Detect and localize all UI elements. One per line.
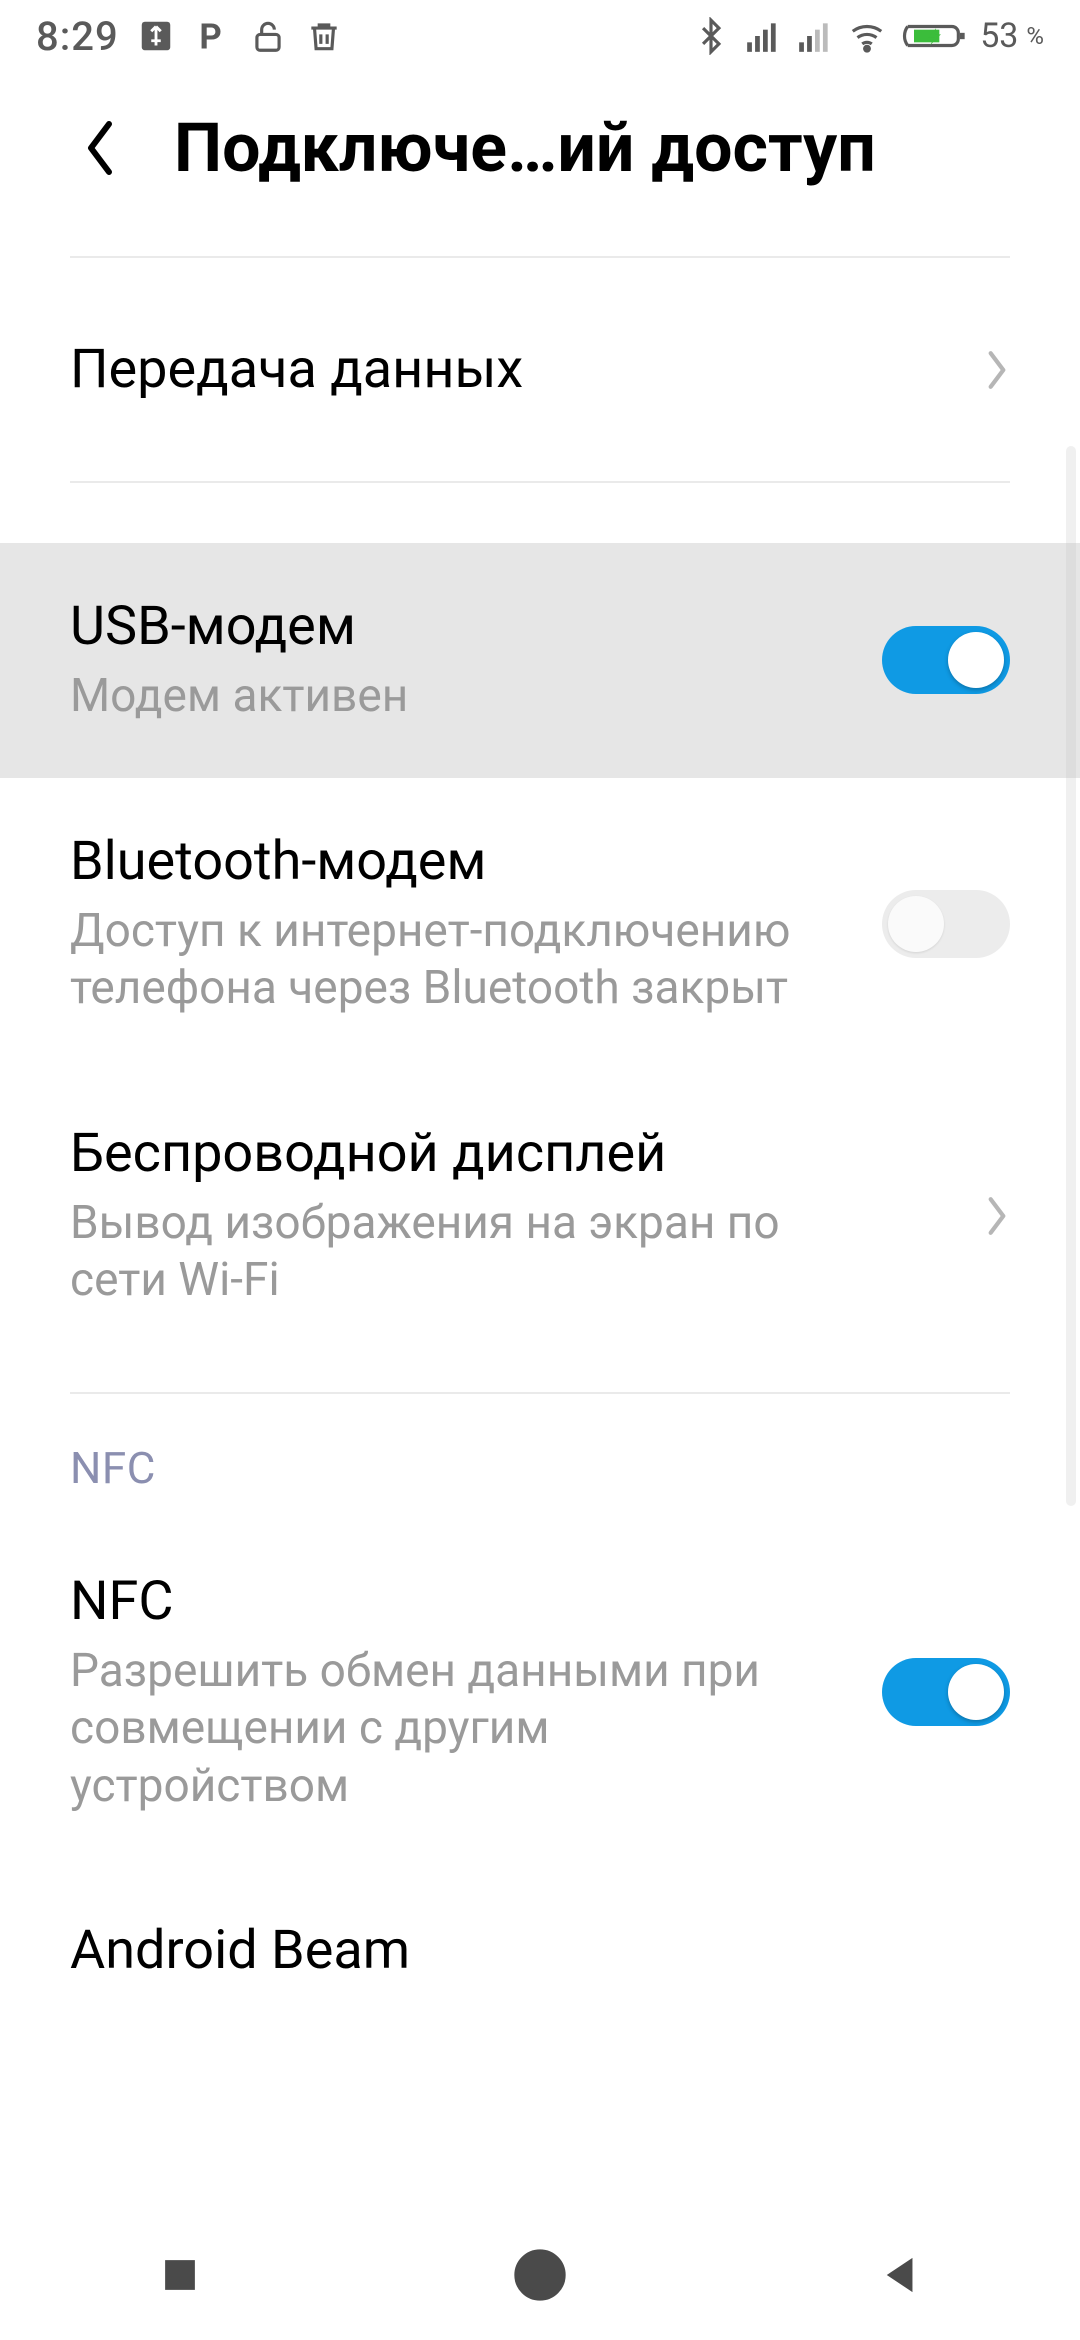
battery-unit: % bbox=[1026, 22, 1044, 50]
row-subtitle: Разрешить обмен данными при совмещении с… bbox=[70, 1643, 830, 1816]
row-wireless-display[interactable]: Беспроводной дисплей Вывод изображения н… bbox=[0, 1070, 1080, 1362]
content: Передача данных USB-модем Модем активен … bbox=[0, 256, 1080, 2210]
row-title: NFC bbox=[70, 1570, 850, 1633]
toggle-usb-tethering[interactable] bbox=[882, 626, 1010, 694]
header: Подключе…ий доступ bbox=[0, 72, 1080, 256]
toggle-knob bbox=[948, 1664, 1004, 1720]
toggle-bluetooth-tethering[interactable] bbox=[882, 890, 1010, 958]
usb-icon bbox=[137, 17, 175, 55]
row-subtitle: Вывод изображения на экран по сети Wi-Fi bbox=[70, 1195, 830, 1310]
screen: 8:29 P bbox=[0, 0, 1080, 2340]
status-bar: 8:29 P bbox=[0, 0, 1080, 72]
nav-home-button[interactable] bbox=[440, 2235, 640, 2315]
toggle-knob bbox=[948, 632, 1004, 688]
row-usb-tethering[interactable]: USB-модем Модем активен bbox=[0, 543, 1080, 778]
row-main: Передача данных bbox=[70, 338, 850, 401]
toggle-nfc[interactable] bbox=[882, 1658, 1010, 1726]
chevron-right-icon bbox=[870, 1195, 1010, 1237]
row-main: Беспроводной дисплей Вывод изображения н… bbox=[70, 1122, 850, 1310]
section-header-nfc: NFC bbox=[0, 1394, 1080, 1518]
row-title: Передача данных bbox=[70, 338, 850, 401]
status-left: 8:29 P bbox=[36, 13, 343, 60]
back-button[interactable] bbox=[70, 118, 130, 178]
scroll-indicator bbox=[1066, 446, 1076, 1506]
toggle-knob bbox=[888, 896, 944, 952]
wifi-icon bbox=[848, 17, 886, 55]
row-data-usage[interactable]: Передача данных bbox=[0, 258, 1080, 481]
status-clock: 8:29 bbox=[36, 13, 119, 60]
status-right: 53 % bbox=[692, 16, 1044, 56]
row-cta bbox=[870, 890, 1010, 958]
chevron-right-icon bbox=[870, 349, 1010, 391]
row-title: Android Beam bbox=[70, 1919, 1010, 1982]
bluetooth-icon bbox=[692, 17, 730, 55]
row-title: USB-модем bbox=[70, 595, 850, 658]
row-cta bbox=[870, 1658, 1010, 1726]
row-title: Беспроводной дисплей bbox=[70, 1122, 850, 1185]
row-subtitle: Доступ к интернет-подключению телефона ч… bbox=[70, 903, 830, 1018]
page-title: Подключе…ий доступ bbox=[174, 108, 876, 188]
spacer bbox=[0, 483, 1080, 543]
row-main: USB-модем Модем активен bbox=[70, 595, 850, 726]
trash-icon bbox=[305, 17, 343, 55]
row-subtitle: Модем активен bbox=[70, 668, 830, 726]
navigation-bar bbox=[0, 2210, 1080, 2340]
svg-text:P: P bbox=[199, 17, 221, 55]
row-cta bbox=[870, 626, 1010, 694]
unlock-icon bbox=[249, 17, 287, 55]
row-title: Bluetooth-модем bbox=[70, 830, 850, 893]
row-main: NFC Разрешить обмен данными при совмещен… bbox=[70, 1570, 850, 1816]
parking-icon: P bbox=[193, 17, 231, 55]
nav-recent-button[interactable] bbox=[80, 2235, 280, 2315]
row-bluetooth-tethering[interactable]: Bluetooth-модем Доступ к интернет-подклю… bbox=[0, 778, 1080, 1070]
nav-back-button[interactable] bbox=[800, 2235, 1000, 2315]
signal2-icon bbox=[796, 17, 834, 55]
row-main: Bluetooth-модем Доступ к интернет-подклю… bbox=[70, 830, 850, 1018]
signal1-icon bbox=[744, 17, 782, 55]
row-android-beam[interactable]: Android Beam bbox=[0, 1867, 1080, 1982]
battery-icon bbox=[900, 17, 966, 55]
row-main: Android Beam bbox=[70, 1919, 1010, 1982]
battery-percent: 53 bbox=[980, 16, 1018, 56]
row-nfc[interactable]: NFC Разрешить обмен данными при совмещен… bbox=[0, 1518, 1080, 1868]
